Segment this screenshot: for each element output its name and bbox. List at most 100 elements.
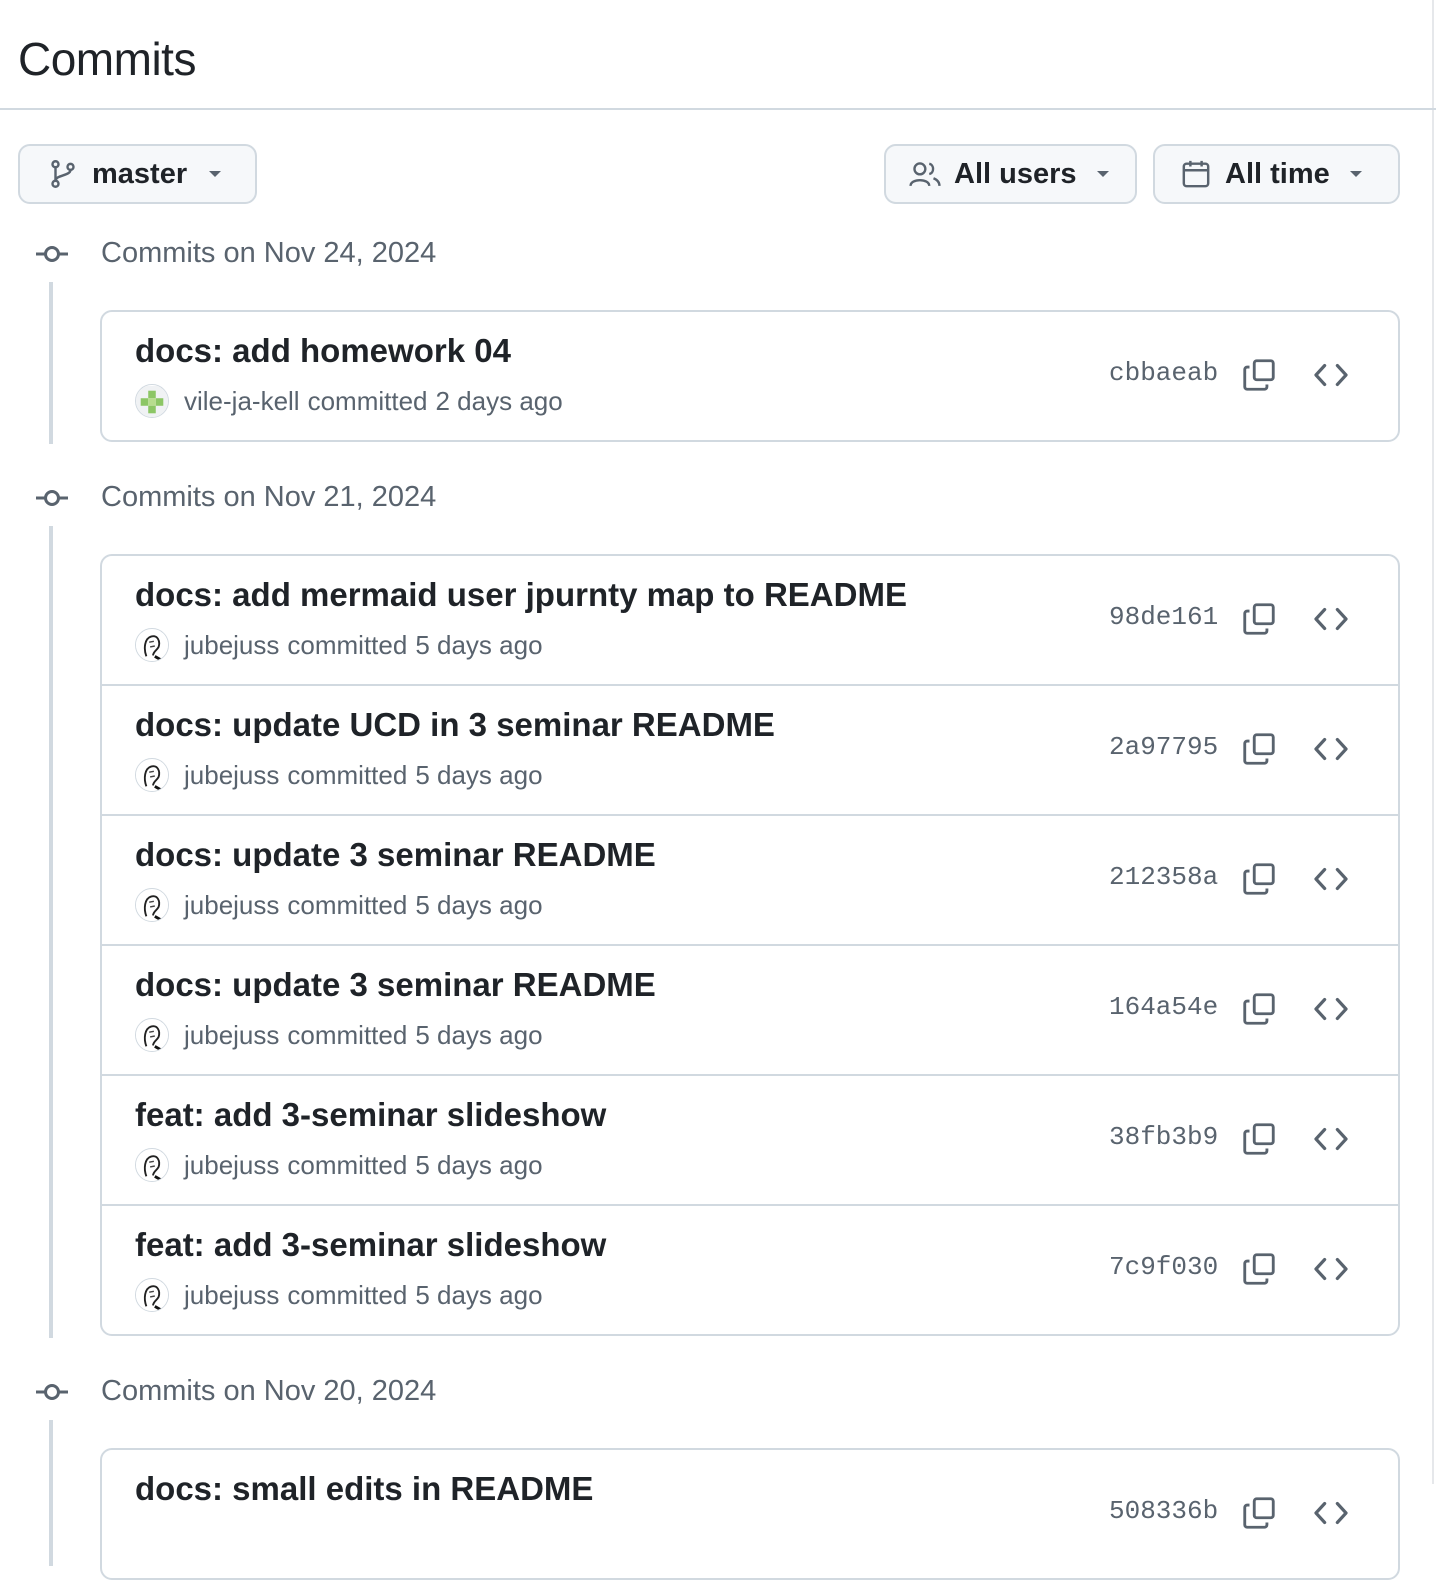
commit-author-link[interactable]: jubejuss bbox=[184, 1150, 279, 1181]
git-commit-icon bbox=[34, 480, 70, 516]
commit-message-link[interactable]: feat: add 3-seminar slideshow bbox=[135, 1226, 606, 1264]
browse-code-icon[interactable] bbox=[1312, 1120, 1350, 1158]
commit-row: docs: update UCD in 3 seminar README jube… bbox=[102, 684, 1398, 814]
commit-action: committed bbox=[307, 385, 428, 416]
browse-code-icon[interactable] bbox=[1312, 1250, 1350, 1288]
commit-message-link[interactable]: docs: update UCD in 3 seminar README bbox=[135, 706, 775, 744]
users-filter[interactable]: All users bbox=[884, 144, 1137, 204]
commit-group-header: Commits on Nov 20, 2024 bbox=[0, 1370, 1436, 1448]
commit-message-link[interactable]: feat: add 3-seminar slideshow bbox=[135, 1096, 606, 1134]
commit-group: Commits on Nov 21, 2024 docs: add mermaid… bbox=[0, 476, 1436, 1338]
browse-code-icon[interactable] bbox=[1312, 600, 1350, 638]
commit-group-date: Commits on Nov 24, 2024 bbox=[101, 237, 437, 269]
avatar[interactable] bbox=[135, 758, 169, 792]
commit-meta: jubejuss committed 5 days ago bbox=[135, 628, 543, 662]
commit-group-header: Commits on Nov 21, 2024 bbox=[0, 476, 1436, 554]
avatar[interactable] bbox=[135, 888, 169, 922]
branch-selector[interactable]: master bbox=[18, 144, 257, 204]
commit-author-link[interactable]: jubejuss bbox=[184, 890, 279, 921]
commit-author-link[interactable]: jubejuss bbox=[184, 1280, 279, 1311]
commit-time: 5 days ago bbox=[415, 1279, 543, 1310]
commit-message-link[interactable]: docs: small edits in README bbox=[135, 1470, 593, 1508]
commit-sha-link[interactable]: 2a97795 bbox=[1109, 732, 1218, 762]
commit-action: committed bbox=[287, 1279, 408, 1310]
git-commit-icon bbox=[34, 1374, 70, 1410]
commit-time: 2 days ago bbox=[435, 385, 563, 416]
commit-sha-link[interactable]: 98de161 bbox=[1109, 602, 1218, 632]
copy-sha-icon[interactable] bbox=[1240, 356, 1278, 394]
copy-sha-icon[interactable] bbox=[1240, 860, 1278, 898]
commit-time: 5 days ago bbox=[415, 1019, 543, 1050]
commit-time: 5 days ago bbox=[415, 759, 543, 790]
branch-label: master bbox=[92, 157, 188, 190]
copy-sha-icon[interactable] bbox=[1240, 730, 1278, 768]
commit-action: committed bbox=[287, 629, 408, 660]
avatar[interactable] bbox=[135, 1278, 169, 1312]
commit-action: committed bbox=[287, 1019, 408, 1050]
commit-sha-link[interactable]: 164a54e bbox=[1109, 992, 1218, 1022]
browse-code-icon[interactable] bbox=[1312, 860, 1350, 898]
timeline-line bbox=[49, 282, 53, 444]
browse-code-icon[interactable] bbox=[1312, 730, 1350, 768]
commit-group-date: Commits on Nov 21, 2024 bbox=[101, 481, 437, 513]
commit-row: docs: add homework 04 vile-ja-kell committ… bbox=[102, 312, 1398, 440]
commit-sha-link[interactable]: 508336b bbox=[1109, 1496, 1218, 1526]
commit-message-link[interactable]: docs: add homework 04 bbox=[135, 332, 511, 370]
avatar[interactable] bbox=[135, 628, 169, 662]
commit-group-date: Commits on Nov 20, 2024 bbox=[101, 1375, 437, 1407]
commit-meta: jubejuss committed 5 days ago bbox=[135, 888, 543, 922]
commit-author-link[interactable]: vile-ja-kell bbox=[184, 386, 300, 417]
page-header: Commits bbox=[0, 0, 1436, 110]
commit-row: docs: add mermaid user jpurnty map to RE… bbox=[102, 556, 1398, 684]
commit-time: 5 days ago bbox=[415, 1149, 543, 1180]
commit-meta: vile-ja-kell committed 2 days ago bbox=[135, 384, 563, 418]
commit-meta: jubejuss committed 5 days ago bbox=[135, 1148, 543, 1182]
git-commit-icon bbox=[34, 236, 70, 272]
time-filter[interactable]: All time bbox=[1153, 144, 1400, 204]
avatar[interactable] bbox=[135, 384, 169, 418]
commit-meta: jubejuss committed 5 days ago bbox=[135, 1018, 543, 1052]
chevron-down-icon bbox=[1091, 162, 1115, 186]
commit-message-link[interactable]: docs: add mermaid user jpurnty map to RE… bbox=[135, 576, 907, 614]
commit-sha-link[interactable]: 212358a bbox=[1109, 862, 1218, 892]
copy-sha-icon[interactable] bbox=[1240, 990, 1278, 1028]
commit-action: committed bbox=[287, 1149, 408, 1180]
browse-code-icon[interactable] bbox=[1312, 990, 1350, 1028]
page-title: Commits bbox=[18, 33, 196, 85]
copy-sha-icon[interactable] bbox=[1240, 600, 1278, 638]
copy-sha-icon[interactable] bbox=[1240, 1250, 1278, 1288]
calendar-icon bbox=[1179, 157, 1213, 191]
commit-time: 5 days ago bbox=[415, 889, 543, 920]
browse-code-icon[interactable] bbox=[1312, 356, 1350, 394]
commit-sha-link[interactable]: 38fb3b9 bbox=[1109, 1122, 1218, 1152]
commit-message-link[interactable]: docs: update 3 seminar README bbox=[135, 966, 656, 1004]
commit-time: 5 days ago bbox=[415, 629, 543, 660]
commit-message-link[interactable]: docs: update 3 seminar README bbox=[135, 836, 656, 874]
commit-list: docs: add homework 04 vile-ja-kell committ… bbox=[100, 310, 1400, 442]
commit-row: docs: update 3 seminar README jubejuss com… bbox=[102, 814, 1398, 944]
commit-meta: jubejuss committed 5 days ago bbox=[135, 758, 543, 792]
commit-sha-link[interactable]: cbbaeab bbox=[1109, 358, 1218, 388]
avatar[interactable] bbox=[135, 1148, 169, 1182]
people-icon bbox=[908, 157, 942, 191]
chevron-down-icon bbox=[1344, 162, 1368, 186]
timeline-line bbox=[49, 526, 53, 1338]
commit-author-link[interactable]: jubejuss bbox=[184, 1020, 279, 1051]
commit-action: committed bbox=[287, 759, 408, 790]
commit-row: docs: update 3 seminar README jubejuss com… bbox=[102, 944, 1398, 1074]
commit-author-link[interactable]: jubejuss bbox=[184, 760, 279, 791]
commit-list: docs: small edits in README 508336b bbox=[100, 1448, 1400, 1580]
avatar[interactable] bbox=[135, 1018, 169, 1052]
time-label: All time bbox=[1225, 157, 1330, 190]
commit-author-link[interactable]: jubejuss bbox=[184, 630, 279, 661]
commit-sha-link[interactable]: 7c9f030 bbox=[1109, 1252, 1218, 1282]
commit-row: docs: small edits in README 508336b bbox=[102, 1450, 1398, 1578]
filter-toolbar: master All users All time bbox=[0, 110, 1436, 232]
commit-group: Commits on Nov 20, 2024 docs: small edits… bbox=[0, 1370, 1436, 1580]
browse-code-icon[interactable] bbox=[1312, 1494, 1350, 1532]
copy-sha-icon[interactable] bbox=[1240, 1120, 1278, 1158]
commit-row: feat: add 3-seminar slideshow jubejuss com… bbox=[102, 1204, 1398, 1334]
copy-sha-icon[interactable] bbox=[1240, 1494, 1278, 1532]
